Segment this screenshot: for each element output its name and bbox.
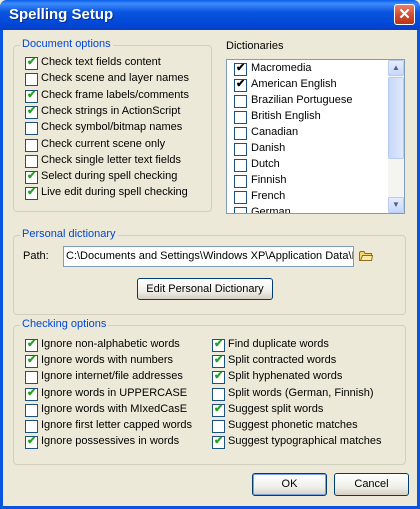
checkbox-checked[interactable] xyxy=(25,169,38,185)
checkbox-label: Select during spell checking xyxy=(41,170,178,183)
path-input[interactable]: C:\Documents and Settings\Windows XP\App… xyxy=(63,246,354,267)
checkbox-checked[interactable] xyxy=(234,61,247,76)
dictionary-item[interactable]: Canadian xyxy=(227,126,390,141)
checkbox-label: Check strings in ActionScript xyxy=(41,104,181,117)
checkbox-unchecked[interactable] xyxy=(25,73,38,87)
checkbox-checked[interactable] xyxy=(212,402,225,417)
checkbox-label: Check frame labels/comments xyxy=(41,88,189,101)
document-options-title: Document options xyxy=(20,38,113,50)
checkbox-unchecked[interactable] xyxy=(212,387,225,401)
checkbox-label: Check symbol/bitmap names xyxy=(41,121,183,134)
checkbox-label: Suggest split words xyxy=(228,402,324,415)
spelling-setup-dialog: Spelling Setup ✕ Document options Check … xyxy=(0,0,420,509)
dictionary-item-label: Brazilian Portuguese xyxy=(251,94,353,106)
checkbox-label: Check scene and layer names xyxy=(41,72,189,85)
dictionary-item-label: British English xyxy=(251,110,321,122)
close-button[interactable]: ✕ xyxy=(394,4,415,25)
checkbox-unchecked[interactable] xyxy=(234,207,247,213)
checkbox-label: Ignore first letter capped words xyxy=(41,419,193,431)
checkbox-checked[interactable] xyxy=(234,77,247,92)
scroll-thumb[interactable] xyxy=(388,77,404,159)
dictionary-item-label: Canadian xyxy=(251,126,299,138)
ok-button[interactable]: OK xyxy=(252,473,327,496)
window-title: Spelling Setup xyxy=(9,6,114,23)
checkbox-checked[interactable] xyxy=(212,369,225,385)
checkbox-label: Ignore words with MIxedCasE xyxy=(41,402,188,415)
checkbox-unchecked[interactable] xyxy=(234,111,247,124)
close-icon: ✕ xyxy=(398,6,411,23)
checkbox-unchecked[interactable] xyxy=(234,159,247,172)
checkbox-unchecked[interactable] xyxy=(234,175,247,188)
checkbox-unchecked[interactable] xyxy=(234,143,247,156)
dictionary-item-label: German xyxy=(251,206,291,214)
path-label: Path: xyxy=(23,250,49,262)
dictionary-item[interactable]: British English xyxy=(227,110,390,125)
checkbox-label: Ignore words with numbers xyxy=(41,354,174,367)
checkbox-label: Suggest phonetic matches xyxy=(228,419,358,431)
checkbox-checked[interactable] xyxy=(25,353,38,369)
dictionary-item-label: American English xyxy=(251,78,337,90)
checkbox-checked[interactable] xyxy=(212,353,225,369)
title-bar[interactable]: Spelling Setup ✕ xyxy=(0,0,420,30)
dictionary-item[interactable]: Brazilian Portuguese xyxy=(227,94,390,109)
cancel-button[interactable]: Cancel xyxy=(334,473,409,496)
checkbox-label: Live edit during spell checking xyxy=(41,186,188,199)
dictionary-item[interactable]: Finnish xyxy=(227,174,390,189)
checkbox-label: Split contracted words xyxy=(228,354,337,367)
checkbox-label: Check text fields content xyxy=(41,56,161,68)
scroll-up-button[interactable]: ▲ xyxy=(388,60,404,76)
checkbox-unchecked[interactable] xyxy=(234,95,247,108)
dictionary-item-label: Macromedia xyxy=(251,62,312,74)
folder-browse-icon[interactable] xyxy=(359,250,373,261)
checkbox-label: Suggest typographical matches xyxy=(228,435,382,448)
checking-options-title: Checking options xyxy=(20,318,109,330)
checkbox-label: Ignore possessives in words xyxy=(41,435,180,448)
dictionary-item-label: Danish xyxy=(251,142,286,154)
checkbox-unchecked[interactable] xyxy=(234,191,247,204)
dialog-body: Document options Check text fields conte… xyxy=(3,30,417,506)
checkbox-checked[interactable] xyxy=(25,337,38,352)
scroll-up-icon: ▲ xyxy=(392,63,400,72)
scroll-down-icon: ▼ xyxy=(392,200,400,209)
checkbox-checked[interactable] xyxy=(25,104,38,119)
checkbox-label: Find duplicate words xyxy=(228,338,329,350)
dictionary-item[interactable]: German xyxy=(227,206,390,214)
checkbox-unchecked[interactable] xyxy=(25,403,38,417)
dictionaries-label: Dictionaries xyxy=(226,40,284,52)
checkbox-checked[interactable] xyxy=(212,337,225,352)
dictionaries-listbox[interactable]: Macromedia American English Brazilian Port… xyxy=(226,59,405,214)
dictionary-item[interactable]: Danish xyxy=(227,142,390,157)
dictionary-item[interactable]: Macromedia xyxy=(227,61,390,77)
dictionary-item[interactable]: French xyxy=(227,190,390,205)
checkbox-label: Check single letter text fields xyxy=(41,153,182,166)
personal-dictionary-title: Personal dictionary xyxy=(20,228,118,240)
checkbox-checked[interactable] xyxy=(25,434,38,450)
checkbox-label: Split words (German, Finnish) xyxy=(228,386,374,399)
dictionary-item-label: French xyxy=(251,190,286,202)
checkbox-unchecked[interactable] xyxy=(234,127,247,140)
checkbox-unchecked[interactable] xyxy=(25,122,38,136)
dictionary-item[interactable]: Dutch xyxy=(227,158,390,173)
checkbox-label: Split hyphenated words xyxy=(228,370,343,383)
checkbox-label: Check current scene only xyxy=(41,137,166,150)
dictionaries-scrollbar[interactable]: ▲ ▼ xyxy=(388,60,404,213)
checkbox-label: Ignore internet/file addresses xyxy=(41,370,183,383)
checkbox-checked[interactable] xyxy=(25,185,38,201)
checkbox-unchecked[interactable] xyxy=(25,420,38,433)
scroll-down-button[interactable]: ▼ xyxy=(388,197,404,213)
dictionary-item-label: Finnish xyxy=(251,174,287,186)
dictionary-item[interactable]: American English xyxy=(227,77,390,93)
checkbox-checked[interactable] xyxy=(212,434,225,450)
edit-personal-dictionary-button[interactable]: Edit Personal Dictionary xyxy=(137,278,273,300)
dictionary-item-label: Dutch xyxy=(251,158,280,170)
checkbox-label: Ignore non-alphabetic words xyxy=(41,338,180,350)
checkbox-checked[interactable] xyxy=(25,88,38,103)
checkbox-checked[interactable] xyxy=(25,55,38,70)
checkbox-unchecked[interactable] xyxy=(25,138,38,152)
checkbox-checked[interactable] xyxy=(25,386,38,401)
checkbox-unchecked[interactable] xyxy=(212,420,225,433)
checkbox-unchecked[interactable] xyxy=(25,154,38,168)
checkbox-label: Ignore words in UPPERCASE xyxy=(41,386,188,399)
checkbox-unchecked[interactable] xyxy=(25,371,38,385)
